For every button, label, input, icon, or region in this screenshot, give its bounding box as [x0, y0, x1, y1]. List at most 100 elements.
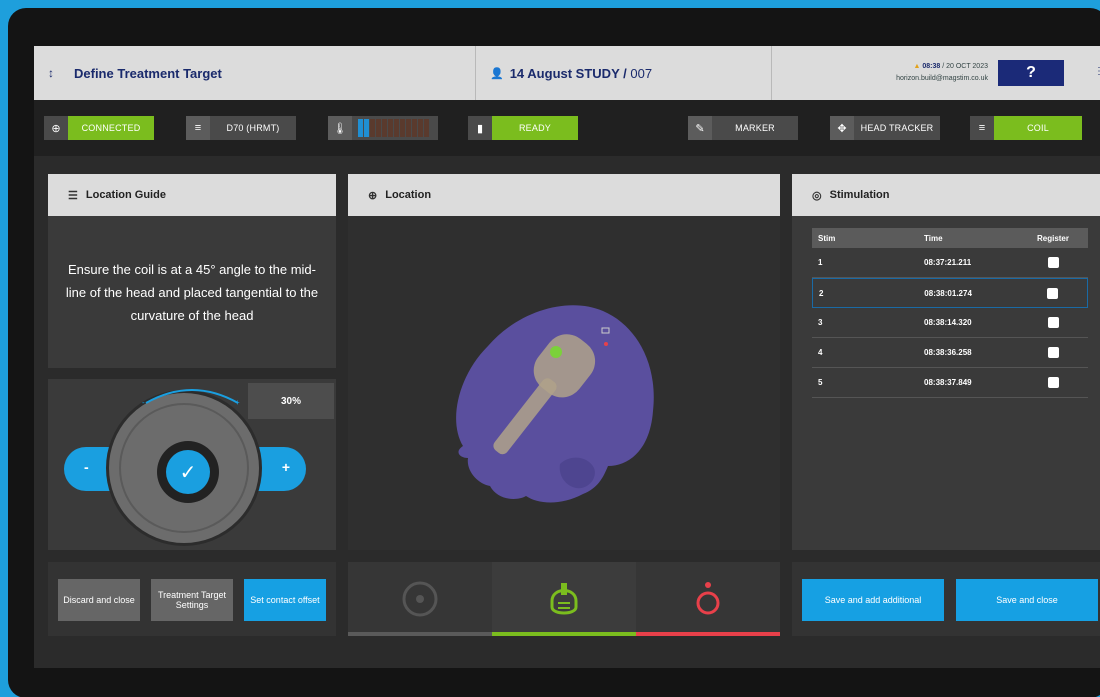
coil-status-icon: ≡ [970, 116, 994, 140]
head-marker-icon [696, 582, 720, 615]
target-actions: Discard and close Treatment Target Setti… [48, 562, 336, 636]
register-checkbox[interactable] [1047, 317, 1059, 328]
head-3d-view[interactable] [348, 216, 780, 550]
marker-chip[interactable]: ✎ MARKER [688, 116, 798, 140]
crosshair-icon: ⊕ [368, 189, 378, 202]
register-checkbox[interactable] [1047, 347, 1059, 358]
study-name: 14 August STUDY / 007 [509, 65, 653, 81]
page-title: Define Treatment Target [74, 65, 222, 81]
svg-text:+: + [235, 398, 240, 407]
session-time: 08:38 [922, 63, 941, 70]
discard-button[interactable]: Discard and close [58, 579, 140, 621]
user-icon: 👤 [490, 67, 504, 80]
dial-ring: ✓ [119, 403, 249, 533]
head-tracker-chip[interactable]: ✥ HEAD TRACKER [830, 116, 940, 140]
stimulation-panel: ◎ Stimulation Stim Time Register 1 08:37… [792, 174, 1100, 550]
table-row[interactable]: 3 08:38:14.320 [812, 308, 1088, 338]
stimulation-actions: Save and add additional Save and close [792, 562, 1100, 636]
user-email: horizon.build@magstim.co.uk [896, 75, 988, 82]
view-mode-bar [348, 562, 780, 636]
connection-chip[interactable]: ⊕ CONNECTED [44, 116, 154, 140]
table-row[interactable]: 5 08:38:37.849 [812, 368, 1088, 398]
stimulation-table: Stim Time Register 1 08:37:21.211 2 08:3… [812, 228, 1088, 398]
coil-chip[interactable]: ≡ COIL [970, 116, 1082, 140]
location-header: ⊕ Location [348, 174, 780, 216]
target-ring-icon: ◎ [812, 189, 822, 202]
location-title: Location [385, 189, 432, 201]
location-panel: ⊕ Location [348, 174, 780, 550]
header: ↕ Define Treatment Target 👤 14 August ST… [34, 46, 1100, 100]
save-and-add-button[interactable]: Save and add additional [802, 579, 944, 621]
register-checkbox[interactable] [1047, 257, 1059, 268]
study-number: 007 [630, 65, 653, 81]
header-info-section: ▲ 08:38 / 20 OCT 2023 horizon.build@mags… [772, 46, 1100, 100]
header-study-section: 👤 14 August STUDY / 007 [476, 46, 772, 100]
stim-number: 1 [818, 258, 823, 267]
stimulation-title: Stimulation [829, 189, 890, 201]
temperature-chip: 🌡 [328, 116, 438, 140]
warning-icon: ▲ [913, 63, 921, 70]
marker-label: MARKER [735, 123, 775, 133]
list-icon: ☰ [68, 189, 78, 202]
coil-label: COIL [994, 116, 1082, 140]
treatment-settings-button[interactable]: Treatment Target Settings [151, 579, 233, 621]
ready-chip[interactable]: ▮ READY [468, 116, 578, 140]
coil-icon: ≡ [186, 116, 210, 140]
intensity-dial-panel: - + ✓ - + 30% [48, 379, 336, 550]
stim-time: 08:38:14.320 [924, 318, 972, 327]
sort-icon[interactable]: ↕ [48, 66, 54, 80]
table-row[interactable]: 1 08:37:21.211 [812, 248, 1088, 278]
decrease-button[interactable]: - [84, 459, 89, 475]
mode-head-underline [636, 632, 780, 636]
mode-coil-underline [492, 632, 636, 636]
save-and-close-button[interactable]: Save and close [956, 579, 1098, 621]
stim-number: 2 [819, 288, 824, 298]
stim-time: 08:37:21.211 [924, 258, 972, 267]
mode-head[interactable] [636, 562, 780, 636]
dial-core: ✓ [157, 441, 219, 503]
location-guide-panel: ☰ Location Guide Ensure the coil is at a… [48, 174, 336, 368]
stim-time: 08:38:01.274 [924, 288, 972, 298]
check-icon[interactable]: ✓ [166, 450, 210, 494]
temperature-bars [352, 116, 429, 140]
help-button[interactable]: ? [998, 60, 1064, 86]
mode-coil[interactable] [492, 562, 636, 636]
stim-number: 4 [818, 348, 823, 357]
stimulation-header: ◎ Stimulation [792, 174, 1100, 216]
move-icon: ✥ [830, 116, 854, 140]
register-checkbox[interactable] [1046, 287, 1058, 299]
dial-arc-indicator: - + [142, 389, 240, 407]
svg-text:-: - [142, 398, 145, 407]
coil-shape-icon [550, 583, 578, 615]
location-guide-title: Location Guide [85, 189, 166, 201]
pen-icon: ✎ [688, 116, 712, 140]
intensity-dial[interactable]: ✓ [106, 390, 262, 546]
coil-model-chip[interactable]: ≡ D70 (HRMT) [186, 116, 296, 140]
head-model [456, 305, 654, 503]
table-row-selected[interactable]: 2 08:38:01.274 [812, 278, 1088, 308]
status-bar: ⊕ CONNECTED ≡ D70 (HRMT) 🌡 ▮ READY ✎ MAR… [34, 100, 1100, 156]
col-stim: Stim [818, 233, 836, 243]
mode-neutral[interactable] [348, 562, 492, 636]
set-contact-offset-button[interactable]: Set contact offset [244, 579, 326, 621]
hotspot-marker [604, 342, 608, 346]
menu-edge-icon[interactable]: ⋮ [1094, 66, 1100, 78]
ready-label: READY [492, 116, 578, 140]
intensity-percent: 30% [248, 383, 334, 419]
head-tracker-label: HEAD TRACKER [860, 123, 934, 133]
stimulator-icon: ▮ [468, 116, 492, 140]
session-info: ▲ 08:38 / 20 OCT 2023 horizon.build@mags… [896, 61, 988, 85]
table-header: Stim Time Register [812, 228, 1088, 248]
screen: ↕ Define Treatment Target 👤 14 August ST… [34, 46, 1100, 668]
col-register: Register [1036, 233, 1069, 243]
location-guide-text: Ensure the coil is at a 45° angle to the… [65, 261, 319, 323]
coil-model-label: D70 (HRMT) [226, 123, 280, 133]
register-checkbox[interactable] [1047, 377, 1059, 388]
increase-button[interactable]: + [282, 459, 290, 475]
target-icon: ⊕ [44, 116, 68, 140]
table-row[interactable]: 4 08:38:36.258 [812, 338, 1088, 368]
header-title-section: ↕ Define Treatment Target [34, 46, 476, 100]
col-time: Time [924, 233, 943, 243]
thermometer-icon: 🌡 [328, 116, 352, 140]
stim-time: 08:38:37.849 [924, 378, 972, 387]
